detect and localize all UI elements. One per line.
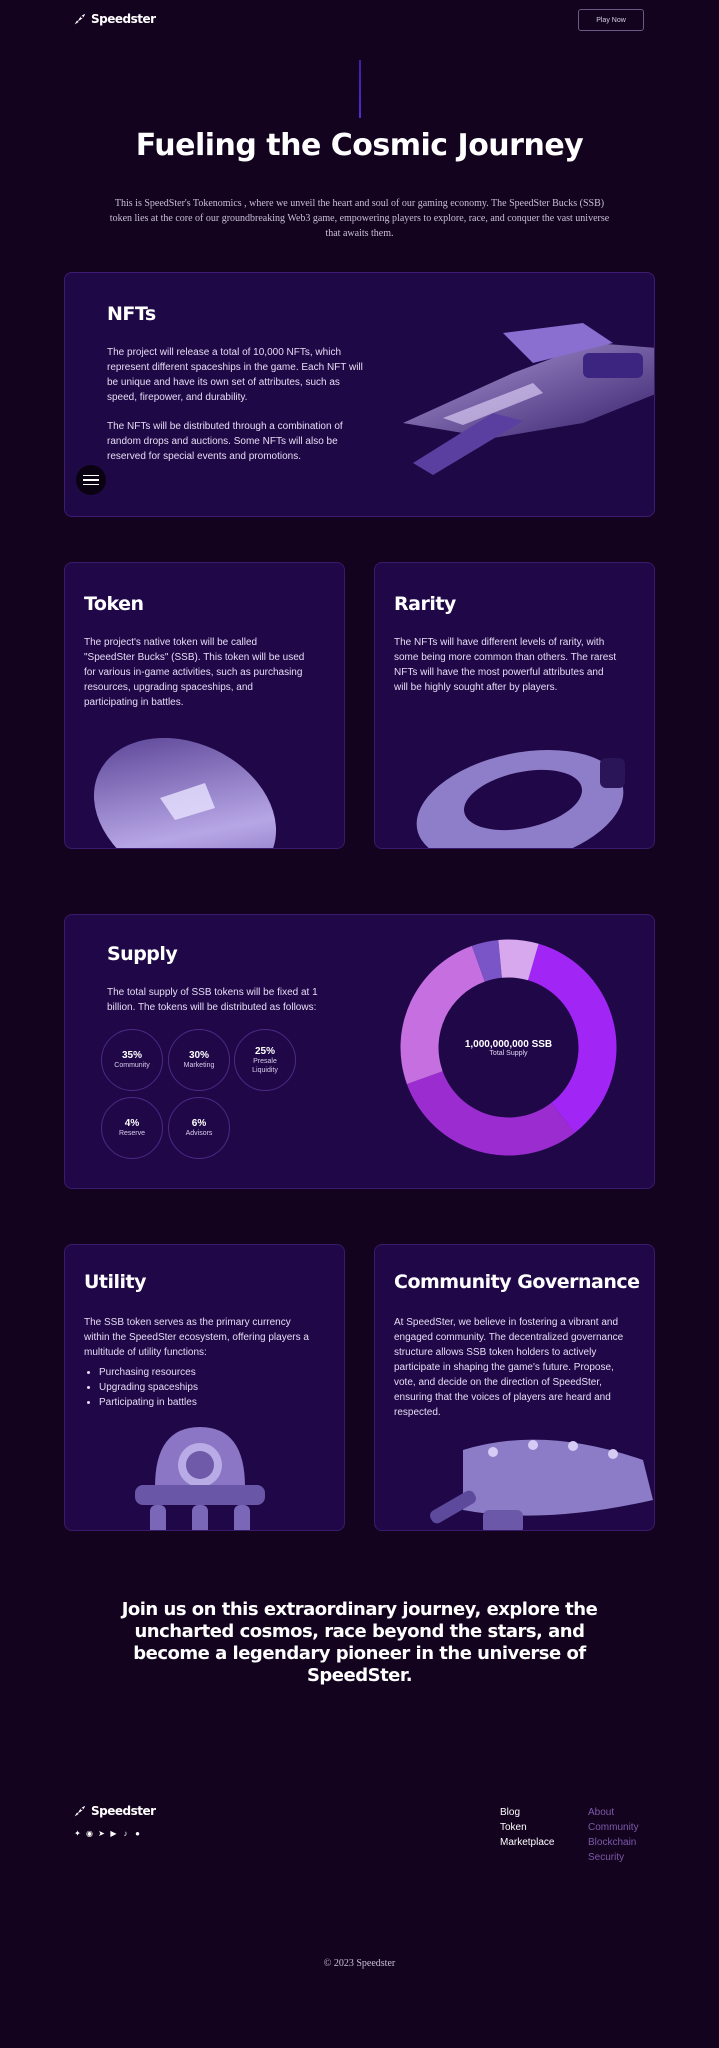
menu-icon (83, 474, 99, 477)
allocation-percent: 4% (124, 1118, 140, 1129)
allocation-label: Marketing (183, 1062, 215, 1069)
footer-nav-primary: Blog Token Marketplace (500, 1805, 554, 1850)
hero-description: This is SpeedSter's Tokenomics , where w… (109, 198, 610, 239)
robot-illustration (135, 1427, 265, 1530)
hero-divider-line (359, 60, 361, 118)
allocation-reserve: 4% Reserve (101, 1097, 163, 1159)
rarity-title: Rarity (394, 593, 456, 615)
allocation-percent: 30% (188, 1050, 209, 1061)
telegram-icon[interactable]: ➤ (97, 1829, 106, 1838)
footer-nav-secondary: About Community Blockchain Security (588, 1805, 639, 1865)
rocket-icon (74, 13, 86, 24)
nfts-paragraph-2: The NFTs will be distributed through a c… (107, 421, 343, 462)
copyright-text: © 2023 Speedster (323, 1958, 396, 1969)
footer-brand-logo[interactable]: Speedster (73, 1804, 156, 1818)
list-item: Purchasing resources (99, 1365, 198, 1380)
footer-brand-name: Speedster (91, 1804, 156, 1818)
nfts-title: NFTs (107, 303, 156, 325)
token-card: Token The project's native token will be… (64, 562, 345, 849)
pod-ship-illustration (430, 1439, 653, 1530)
footer-link-blog[interactable]: Blog (500, 1805, 554, 1820)
rarity-ring-illustration (416, 749, 625, 848)
footer-link-marketplace[interactable]: Marketplace (500, 1835, 554, 1850)
nfts-paragraph-1: The project will release a total of 10,0… (107, 347, 363, 403)
allocation-presale-liquidity: 25% Presale Liquidity (234, 1029, 296, 1091)
footer-link-security[interactable]: Security (588, 1850, 639, 1865)
community-description: At SpeedSter, we believe in fostering a … (394, 1317, 624, 1418)
footer-link-community[interactable]: Community (588, 1820, 639, 1835)
spaceship-illustration (403, 323, 654, 475)
community-title: Community Governance (394, 1271, 640, 1293)
allocation-label: Presale Liquidity (252, 1057, 278, 1074)
ssb-coin-illustration (93, 738, 277, 848)
allocation-label: Advisors (185, 1130, 213, 1137)
medium-icon[interactable]: ● (133, 1829, 142, 1838)
footer-link-blockchain[interactable]: Blockchain (588, 1835, 639, 1850)
footer-link-about[interactable]: About (588, 1805, 639, 1820)
allocation-community: 35% Community (101, 1029, 163, 1091)
twitter-icon[interactable]: ✦ (73, 1829, 82, 1838)
utility-description: The SSB token serves as the primary curr… (84, 1317, 309, 1358)
discord-icon[interactable]: ◉ (85, 1829, 94, 1838)
allocation-percent: 6% (191, 1118, 207, 1129)
total-supply-caption: Total Supply (489, 1049, 528, 1057)
allocation-label: Reserve (118, 1130, 146, 1137)
utility-card: Utility The SSB token serves as the prim… (64, 1244, 345, 1531)
token-description: The project's native token will be calle… (84, 637, 305, 708)
youtube-icon[interactable]: ▶ (109, 1829, 118, 1838)
allocation-percent: 35% (121, 1050, 142, 1061)
brand-name: Speedster (91, 12, 156, 26)
footer-link-token[interactable]: Token (500, 1820, 554, 1835)
page-title: Fueling the Cosmic Journey (135, 128, 584, 163)
allocation-label: Community (114, 1062, 150, 1069)
hamburger-menu-button[interactable] (76, 465, 106, 495)
supply-title: Supply (107, 943, 178, 965)
supply-card: Supply The total supply of SSB tokens wi… (64, 914, 655, 1189)
closing-statement: Join us on this extraordinary journey, e… (121, 1599, 598, 1686)
nfts-card: NFTs The project will release a total of… (64, 272, 655, 517)
brand-logo[interactable]: Speedster (73, 12, 156, 26)
donut-center-label: 1,000,000,000 SSB Total Supply (398, 937, 619, 1158)
social-links: ✦ ◉ ➤ ▶ ♪ ● (73, 1829, 142, 1838)
list-item: Participating in battles (99, 1395, 198, 1410)
play-now-button[interactable]: Play Now (578, 9, 644, 31)
allocation-advisors: 6% Advisors (168, 1097, 230, 1159)
supply-description: The total supply of SSB tokens will be f… (107, 987, 318, 1013)
top-nav: Speedster Play Now (0, 0, 719, 40)
utility-list: Purchasing resources Upgrading spaceship… (99, 1365, 198, 1410)
rarity-card: Rarity The NFTs will have different leve… (374, 562, 655, 849)
total-supply-value: 1,000,000,000 SSB (464, 1038, 553, 1050)
rarity-description: The NFTs will have different levels of r… (394, 637, 617, 693)
list-item: Upgrading spaceships (99, 1380, 198, 1395)
allocation-percent: 25% (254, 1045, 275, 1057)
community-governance-card: Community Governance At SpeedSter, we be… (374, 1244, 655, 1531)
token-title: Token (84, 593, 144, 615)
tiktok-icon[interactable]: ♪ (121, 1829, 130, 1838)
rocket-icon (74, 1805, 86, 1816)
utility-title: Utility (84, 1271, 147, 1293)
allocation-marketing: 30% Marketing (168, 1029, 230, 1091)
